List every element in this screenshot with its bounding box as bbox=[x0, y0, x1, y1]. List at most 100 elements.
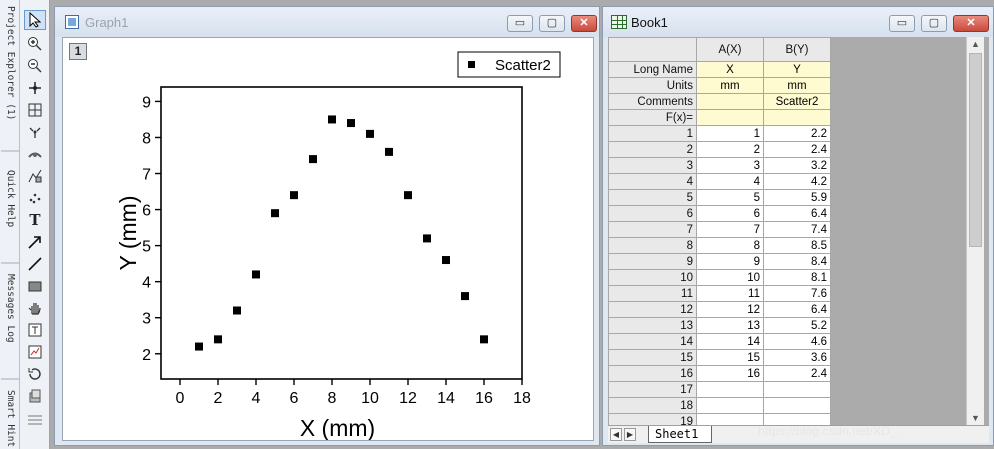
worksheet-table[interactable]: A(X) B(Y) Long Name X Y Units mm mm Comments Scat… bbox=[608, 37, 831, 425]
data-selector-icon[interactable] bbox=[24, 122, 46, 142]
label-row-header[interactable]: F(x)= bbox=[608, 109, 697, 126]
graph-page[interactable]: 1 0 2 4 6 8 10 12 14 16 18 2 3 4 5 6 7 8 9 X (mm) Y (mm) Sca… bbox=[62, 37, 594, 441]
y-axis-title[interactable]: Y (mm) bbox=[115, 196, 141, 271]
label-cell[interactable]: mm bbox=[763, 77, 831, 94]
plot-frame[interactable] bbox=[160, 86, 523, 380]
dock-tab-project-explorer[interactable]: Project Explorer (1) bbox=[0, 4, 19, 134]
row-header[interactable]: 3 bbox=[608, 157, 697, 174]
scatter-points-icon[interactable] bbox=[24, 188, 46, 208]
close-button[interactable]: ✕ bbox=[571, 15, 597, 32]
data-cell[interactable]: 2.4 bbox=[763, 141, 831, 158]
data-cell[interactable]: 2.4 bbox=[763, 365, 831, 382]
data-cell[interactable]: 3.2 bbox=[763, 157, 831, 174]
row-header[interactable]: 18 bbox=[608, 397, 697, 414]
row-header[interactable]: 10 bbox=[608, 269, 697, 286]
zoom-out-icon[interactable] bbox=[24, 56, 46, 76]
data-cell[interactable] bbox=[763, 397, 831, 414]
data-cell[interactable]: 3.6 bbox=[763, 349, 831, 366]
row-header[interactable]: 7 bbox=[608, 221, 697, 238]
data-cell[interactable]: 13 bbox=[696, 317, 764, 334]
data-cell[interactable]: 3 bbox=[696, 157, 764, 174]
scatter-plot[interactable]: 0 2 4 6 8 10 12 14 16 18 2 3 4 5 6 7 8 9 X (mm) Y (mm) Scatt… bbox=[63, 38, 593, 440]
data-cell[interactable]: 8.1 bbox=[763, 269, 831, 286]
data-cell[interactable] bbox=[696, 413, 764, 425]
data-cell[interactable]: 4 bbox=[696, 173, 764, 190]
row-header[interactable]: 17 bbox=[608, 381, 697, 398]
first-sheet-button[interactable]: ◀ bbox=[610, 428, 622, 441]
data-cell[interactable]: 12 bbox=[696, 301, 764, 318]
graph-window[interactable]: Graph1 ▭ ▢ ✕ 1 0 2 4 6 8 10 12 14 16 18 2 3 4 5 6 7 8 9 X … bbox=[54, 6, 600, 446]
scatter-point[interactable] bbox=[366, 129, 374, 138]
line-tool-icon[interactable] bbox=[24, 254, 46, 274]
column-header-a[interactable]: A(X) bbox=[696, 37, 764, 62]
scatter-point[interactable] bbox=[309, 155, 317, 164]
data-cell[interactable]: 8.4 bbox=[763, 253, 831, 270]
scatter-point[interactable] bbox=[480, 335, 488, 344]
select-all-corner[interactable] bbox=[608, 37, 697, 62]
draw-data-icon[interactable] bbox=[24, 144, 46, 164]
add-text-icon[interactable] bbox=[24, 320, 46, 340]
dock-tab-quick-help[interactable]: Quick Help bbox=[0, 168, 19, 248]
label-cell[interactable] bbox=[696, 93, 764, 110]
scrollbar-thumb[interactable] bbox=[969, 53, 982, 247]
row-header[interactable]: 9 bbox=[608, 253, 697, 270]
rectangle-tool-icon[interactable] bbox=[24, 276, 46, 296]
row-header[interactable]: 1 bbox=[608, 125, 697, 142]
x-axis-title[interactable]: X (mm) bbox=[300, 415, 375, 440]
data-cell[interactable]: 8 bbox=[696, 237, 764, 254]
close-button[interactable]: ✕ bbox=[953, 15, 989, 32]
data-cell[interactable]: 14 bbox=[696, 333, 764, 350]
minimize-button[interactable]: ▭ bbox=[889, 15, 915, 32]
row-header[interactable]: 15 bbox=[608, 349, 697, 366]
tab-sheet1[interactable]: Sheet1 bbox=[648, 426, 712, 443]
data-cell[interactable]: 5 bbox=[696, 189, 764, 206]
data-cell[interactable]: 11 bbox=[696, 285, 764, 302]
data-cell[interactable]: 9 bbox=[696, 253, 764, 270]
row-header[interactable]: 19 bbox=[608, 413, 697, 425]
book-title-bar[interactable]: Book1 ▭ ▢ ✕ bbox=[603, 7, 993, 37]
row-header[interactable]: 6 bbox=[608, 205, 697, 222]
label-row-header[interactable]: Long Name bbox=[608, 61, 697, 78]
row-header[interactable]: 8 bbox=[608, 237, 697, 254]
row-header[interactable]: 16 bbox=[608, 365, 697, 382]
row-header[interactable]: 2 bbox=[608, 141, 697, 158]
label-cell[interactable] bbox=[696, 109, 764, 126]
row-header[interactable]: 13 bbox=[608, 317, 697, 334]
layer-icon[interactable] bbox=[24, 386, 46, 406]
data-cell[interactable]: 10 bbox=[696, 269, 764, 286]
row-header[interactable]: 5 bbox=[608, 189, 697, 206]
scatter-point[interactable] bbox=[442, 256, 450, 265]
rotate-icon[interactable] bbox=[24, 364, 46, 384]
data-cell[interactable]: 7 bbox=[696, 221, 764, 238]
worksheet-grid-area[interactable]: A(X) B(Y) Long Name X Y Units mm mm Comments Scat… bbox=[608, 37, 989, 425]
data-cell[interactable]: 2 bbox=[696, 141, 764, 158]
label-row-header[interactable]: Units bbox=[608, 77, 697, 94]
maximize-button[interactable]: ▢ bbox=[539, 15, 565, 32]
data-cell[interactable] bbox=[696, 397, 764, 414]
zoom-in-icon[interactable] bbox=[24, 34, 46, 54]
data-cell[interactable]: 16 bbox=[696, 365, 764, 382]
data-cell[interactable]: 15 bbox=[696, 349, 764, 366]
minimize-button[interactable]: ▭ bbox=[507, 15, 533, 32]
scatter-point[interactable] bbox=[404, 191, 412, 200]
maximize-button[interactable]: ▢ bbox=[921, 15, 947, 32]
scatter-point[interactable] bbox=[195, 342, 203, 351]
data-cell[interactable]: 8.5 bbox=[763, 237, 831, 254]
scatter-point[interactable] bbox=[214, 335, 222, 344]
scatter-point[interactable] bbox=[423, 234, 431, 243]
row-header[interactable]: 4 bbox=[608, 173, 697, 190]
dock-tab-smart-hint[interactable]: Smart Hint bbox=[0, 388, 19, 448]
arrow-tool-icon[interactable] bbox=[24, 232, 46, 252]
scatter-point[interactable] bbox=[290, 191, 298, 200]
data-cell[interactable]: 4.2 bbox=[763, 173, 831, 190]
data-cell[interactable]: 5.2 bbox=[763, 317, 831, 334]
data-cell[interactable]: 6 bbox=[696, 205, 764, 222]
data-cell[interactable] bbox=[696, 381, 764, 398]
scatter-point[interactable] bbox=[461, 292, 469, 301]
label-cell[interactable]: X bbox=[696, 61, 764, 78]
scroll-down-icon[interactable]: ▼ bbox=[967, 411, 984, 425]
next-sheet-button[interactable]: ▶ bbox=[624, 428, 636, 441]
scatter-point[interactable] bbox=[271, 209, 279, 218]
row-header[interactable]: 11 bbox=[608, 285, 697, 302]
label-cell[interactable]: Y bbox=[763, 61, 831, 78]
